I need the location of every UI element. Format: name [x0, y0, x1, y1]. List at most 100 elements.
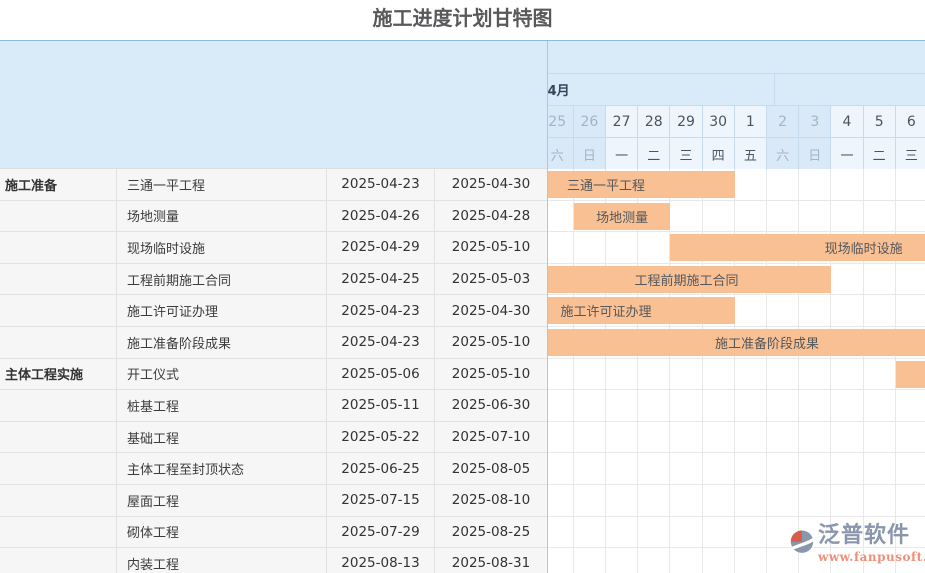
cell-start-date: 2025-05-11 — [327, 390, 435, 421]
cell-start-date: 2025-04-29 — [327, 232, 435, 263]
gantt-timeline-pane: 4月 252627282930123456 六日一二三四五六日一二三 三通一平工… — [547, 41, 925, 573]
cell-start-date: 2025-04-23 — [327, 295, 435, 326]
weekday-cell: 四 — [703, 138, 735, 170]
gantt-bar[interactable]: 场地测量 — [574, 203, 671, 230]
grid-row — [548, 485, 925, 517]
table-header-empty — [0, 41, 547, 169]
gantt-bar[interactable]: 现场临时设施 — [670, 234, 925, 261]
weekday-cell: 二 — [864, 138, 896, 170]
table-row: 基础工程2025-05-222025-07-10 — [0, 422, 547, 454]
cell-task-name: 主体工程至封顶状态 — [117, 453, 327, 484]
cell-group — [0, 517, 117, 548]
table-row: 施工准备阶段成果2025-04-232025-05-10 — [0, 327, 547, 359]
cell-end-date: 2025-05-03 — [435, 264, 547, 295]
table-row: 现场临时设施2025-04-292025-05-10 — [0, 232, 547, 264]
timeline-month-row: 4月 — [548, 74, 925, 106]
gantt-bar[interactable]: 开工仪式 — [896, 361, 925, 388]
day-number-cell: 28 — [638, 106, 670, 137]
watermark-brand-text: 泛普软件 — [818, 523, 925, 549]
weekday-cell: 六 — [767, 138, 799, 170]
gantt-bar[interactable]: 三通一平工程 — [548, 171, 735, 198]
table-row: 主体工程实施开工仪式2025-05-062025-05-10 — [0, 359, 547, 391]
gantt-bar[interactable]: 施工许可证办理 — [548, 297, 735, 324]
cell-start-date: 2025-07-15 — [327, 485, 435, 516]
table-row: 砌体工程2025-07-292025-08-25 — [0, 517, 547, 549]
day-number-cell: 27 — [606, 106, 638, 137]
watermark: 泛普软件 www.fanpusoft.com — [788, 523, 925, 564]
cell-end-date: 2025-07-10 — [435, 422, 547, 453]
grid-row — [548, 359, 925, 391]
weekday-cell: 三 — [670, 138, 702, 170]
cell-start-date: 2025-08-13 — [327, 548, 435, 573]
cell-group — [0, 201, 117, 232]
table-row: 内装工程2025-08-132025-08-31 — [0, 548, 547, 573]
cell-task-name: 内装工程 — [117, 548, 327, 573]
cell-start-date: 2025-04-25 — [327, 264, 435, 295]
weekday-cell: 日 — [574, 138, 606, 170]
day-number-cell: 25 — [548, 106, 574, 137]
cell-group — [0, 232, 117, 263]
cell-task-name: 施工许可证办理 — [117, 295, 327, 326]
day-number-cell: 26 — [574, 106, 606, 137]
cell-task-name: 工程前期施工合同 — [117, 264, 327, 295]
timeline-weekday-row: 六日一二三四五六日一二三 — [548, 138, 925, 171]
table-row: 场地测量2025-04-262025-04-28 — [0, 201, 547, 233]
gantt-bar[interactable]: 施工准备阶段成果 — [548, 329, 925, 356]
day-number-cell: 2 — [767, 106, 799, 137]
cell-group: 施工准备 — [0, 169, 117, 200]
gantt-page: 施工进度计划甘特图 施工准备三通一平工程2025-04-232025-04-30… — [0, 0, 925, 573]
weekday-cell: 六 — [548, 138, 574, 170]
gantt-chart-container: 施工准备三通一平工程2025-04-232025-04-30场地测量2025-0… — [0, 40, 925, 573]
grid-row — [548, 390, 925, 422]
cell-task-name: 三通一平工程 — [117, 169, 327, 200]
cell-task-name: 基础工程 — [117, 422, 327, 453]
gantt-grid: 三通一平工程场地测量现场临时设施工程前期施工合同施工许可证办理施工准备阶段成果开… — [548, 169, 925, 573]
weekday-cell: 三 — [896, 138, 925, 170]
cell-end-date: 2025-08-10 — [435, 485, 547, 516]
cell-group — [0, 327, 117, 358]
cell-task-name: 开工仪式 — [117, 359, 327, 390]
cell-start-date: 2025-04-23 — [327, 327, 435, 358]
cell-end-date: 2025-08-25 — [435, 517, 547, 548]
cell-group — [0, 295, 117, 326]
month-cell — [735, 74, 925, 105]
table-row: 工程前期施工合同2025-04-252025-05-03 — [0, 264, 547, 296]
day-number-cell: 5 — [864, 106, 896, 137]
day-number-cell: 4 — [831, 106, 863, 137]
day-number-cell: 29 — [670, 106, 702, 137]
cell-start-date: 2025-07-29 — [327, 517, 435, 548]
cell-end-date: 2025-04-30 — [435, 295, 547, 326]
watermark-url-text: www.fanpusoft.com — [818, 550, 925, 564]
cell-group: 主体工程实施 — [0, 359, 117, 390]
cell-end-date: 2025-08-31 — [435, 548, 547, 573]
fanpu-logo-icon — [788, 527, 816, 555]
grid-row — [548, 453, 925, 485]
cell-start-date: 2025-04-26 — [327, 201, 435, 232]
gantt-bar[interactable]: 工程前期施工合同 — [548, 266, 831, 293]
watermark-text: 泛普软件 www.fanpusoft.com — [818, 523, 925, 564]
weekday-cell: 一 — [831, 138, 863, 170]
day-number-cell: 30 — [703, 106, 735, 137]
weekday-cell: 一 — [606, 138, 638, 170]
cell-task-name: 屋面工程 — [117, 485, 327, 516]
cell-group — [0, 548, 117, 573]
weekday-cell: 五 — [735, 138, 767, 170]
day-number-cell: 6 — [896, 106, 925, 137]
cell-start-date: 2025-04-23 — [327, 169, 435, 200]
cell-end-date: 2025-05-10 — [435, 232, 547, 263]
task-table-rows: 施工准备三通一平工程2025-04-232025-04-30场地测量2025-0… — [0, 169, 547, 573]
cell-task-name: 现场临时设施 — [117, 232, 327, 263]
table-row: 施工准备三通一平工程2025-04-232025-04-30 — [0, 169, 547, 201]
table-row: 施工许可证办理2025-04-232025-04-30 — [0, 295, 547, 327]
cell-end-date: 2025-04-28 — [435, 201, 547, 232]
cell-group — [0, 453, 117, 484]
cell-group — [0, 390, 117, 421]
table-row: 主体工程至封顶状态2025-06-252025-08-05 — [0, 453, 547, 485]
table-row: 桩基工程2025-05-112025-06-30 — [0, 390, 547, 422]
weekday-cell: 日 — [799, 138, 831, 170]
day-number-cell: 1 — [735, 106, 767, 137]
timeline-day-row: 252627282930123456 — [548, 106, 925, 138]
cell-group — [0, 422, 117, 453]
cell-task-name: 砌体工程 — [117, 517, 327, 548]
table-row: 屋面工程2025-07-152025-08-10 — [0, 485, 547, 517]
